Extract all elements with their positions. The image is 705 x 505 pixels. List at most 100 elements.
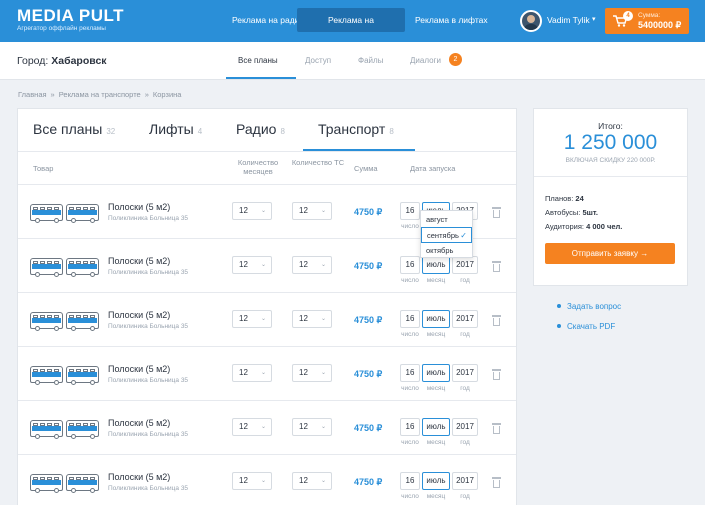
table-row: Полоски (5 м2) Поликлиника Больница 35 12 ⌄… [18, 293, 516, 347]
column-header-sum: Сумма [354, 164, 378, 173]
plan-tab-radio[interactable]: Радио 8 [236, 121, 285, 137]
item-name[interactable]: Полоски (5 м2) [108, 310, 170, 320]
item-name[interactable]: Полоски (5 м2) [108, 256, 170, 266]
month-dropdown[interactable]: август сентябрь ✓ октябрь [420, 210, 473, 258]
day-label: число [401, 223, 419, 230]
tab-files[interactable]: Файлы [358, 56, 383, 65]
tab-dialogs[interactable]: Диалоги [410, 56, 441, 65]
table-row: Полоски (5 м2) Поликлиника Больница 35 12 ⌄… [18, 401, 516, 455]
stat-audience-value: 4 000 чел. [586, 222, 623, 231]
vehicles-select[interactable]: 12 ⌄ [292, 364, 332, 382]
bus-icon [30, 420, 63, 439]
chevron-down-icon: ⌄ [260, 424, 266, 430]
month-label: месяц [426, 493, 446, 500]
vehicles-select-value: 12 [299, 368, 308, 377]
city-value: Хабаровск [51, 55, 107, 67]
chevron-down-icon: ⌄ [320, 262, 326, 268]
plan-tab-all[interactable]: Все планы 32 [33, 121, 115, 137]
stat-buses-label: Автобусы: [545, 208, 581, 217]
item-name[interactable]: Полоски (5 м2) [108, 472, 170, 482]
logo-subtitle: Агрегатор оффлайн рекламы [17, 25, 106, 32]
months-select[interactable]: 12 ⌄ [232, 418, 272, 436]
vehicles-select[interactable]: 12 ⌄ [292, 256, 332, 274]
vehicles-select-value: 12 [299, 260, 308, 269]
column-header-item: Товар [33, 164, 54, 173]
month-option[interactable]: октябрь [421, 243, 472, 259]
vehicles-select[interactable]: 12 ⌄ [292, 472, 332, 490]
trash-icon[interactable] [492, 207, 501, 218]
month-field[interactable]: июль [422, 364, 450, 382]
plan-tab-count: 8 [389, 127, 394, 136]
item-location: Поликлиника Больница 35 [108, 323, 189, 330]
plan-tab-transport[interactable]: Транспорт 8 [318, 121, 394, 137]
year-field[interactable]: 2017 [452, 364, 478, 382]
plan-tab-count: 8 [280, 127, 285, 136]
breadcrumb-transport[interactable]: Реклама на транспорте [59, 90, 141, 99]
day-field[interactable]: 16 [400, 202, 420, 220]
cart-button[interactable]: 4 Сумма: 5400000 ₽ [605, 8, 689, 34]
tab-all-plans[interactable]: Все планы [238, 56, 278, 65]
chevron-down-icon: ⌄ [320, 424, 326, 430]
year-field[interactable]: 2017 [452, 310, 478, 328]
month-label: месяц [426, 385, 446, 392]
year-field[interactable]: 2017 [452, 472, 478, 490]
item-name[interactable]: Полоски (5 м2) [108, 364, 170, 374]
item-location: Поликлиника Больница 35 [108, 269, 189, 276]
plan-tab-elevators[interactable]: Лифты 4 [149, 121, 202, 137]
row-price: 4750 ₽ [354, 261, 383, 271]
active-tab-indicator [226, 77, 296, 79]
month-field[interactable]: июль [422, 418, 450, 436]
day-field[interactable]: 16 [400, 310, 420, 328]
year-field[interactable]: 2017 [452, 418, 478, 436]
month-field[interactable]: июль [422, 310, 450, 328]
city-label: Город: [17, 55, 49, 67]
months-select[interactable]: 12 ⌄ [232, 364, 272, 382]
ask-question-link[interactable]: Задать вопрос [567, 302, 621, 311]
month-option-selected[interactable]: сентябрь ✓ [421, 227, 472, 243]
download-pdf-link[interactable]: Скачать PDF [567, 322, 615, 331]
trash-icon[interactable] [492, 477, 501, 488]
breadcrumb-home[interactable]: Главная [18, 90, 47, 99]
send-request-button[interactable]: Отправить заявку → [545, 243, 675, 264]
trash-icon[interactable] [492, 423, 501, 434]
cart-count-badge: 4 [623, 11, 633, 21]
plan-tab-label: Транспорт [318, 121, 386, 137]
city-selector[interactable]: Город: Хабаровск [17, 55, 107, 67]
day-label: число [401, 439, 419, 446]
bus-icon [66, 420, 99, 439]
avatar[interactable] [520, 10, 542, 32]
user-name[interactable]: Vadim Tylik [547, 15, 590, 25]
sub-header: Город: Хабаровск Все планы Доступ Файлы … [0, 42, 705, 80]
month-option[interactable]: август [421, 212, 472, 228]
trash-icon[interactable] [492, 315, 501, 326]
item-name[interactable]: Полоски (5 м2) [108, 418, 170, 428]
tab-access[interactable]: Доступ [305, 56, 331, 65]
day-field[interactable]: 16 [400, 256, 420, 274]
month-field[interactable]: июль [422, 472, 450, 490]
nav-elevators[interactable]: Реклама в лифтах [405, 8, 498, 32]
vehicles-select[interactable]: 12 ⌄ [292, 202, 332, 220]
vehicles-select[interactable]: 12 ⌄ [292, 418, 332, 436]
item-location: Поликлиника Больница 35 [108, 485, 189, 492]
trash-icon[interactable] [492, 261, 501, 272]
months-select-value: 12 [239, 476, 248, 485]
months-select[interactable]: 12 ⌄ [232, 256, 272, 274]
item-name[interactable]: Полоски (5 м2) [108, 202, 170, 212]
months-select[interactable]: 12 ⌄ [232, 202, 272, 220]
chevron-down-icon: ⌄ [320, 370, 326, 376]
vehicles-select[interactable]: 12 ⌄ [292, 310, 332, 328]
nav-transport[interactable]: Реклама на транспорте [297, 8, 405, 49]
months-select[interactable]: 12 ⌄ [232, 310, 272, 328]
day-field[interactable]: 16 [400, 418, 420, 436]
logo[interactable]: MEDIA PULT Агрегатор оффлайн рекламы [17, 6, 124, 33]
breadcrumb-cart: Корзина [152, 90, 182, 99]
day-field[interactable]: 16 [400, 472, 420, 490]
chevron-down-icon[interactable]: ▾ [592, 15, 596, 23]
chevron-down-icon: ⌄ [320, 208, 326, 214]
cart-sum-value: 5400000 ₽ [638, 20, 682, 30]
day-field[interactable]: 16 [400, 364, 420, 382]
trash-icon[interactable] [492, 369, 501, 380]
summary-total-label: Итого: [598, 121, 623, 131]
bus-icon [66, 366, 99, 385]
months-select[interactable]: 12 ⌄ [232, 472, 272, 490]
